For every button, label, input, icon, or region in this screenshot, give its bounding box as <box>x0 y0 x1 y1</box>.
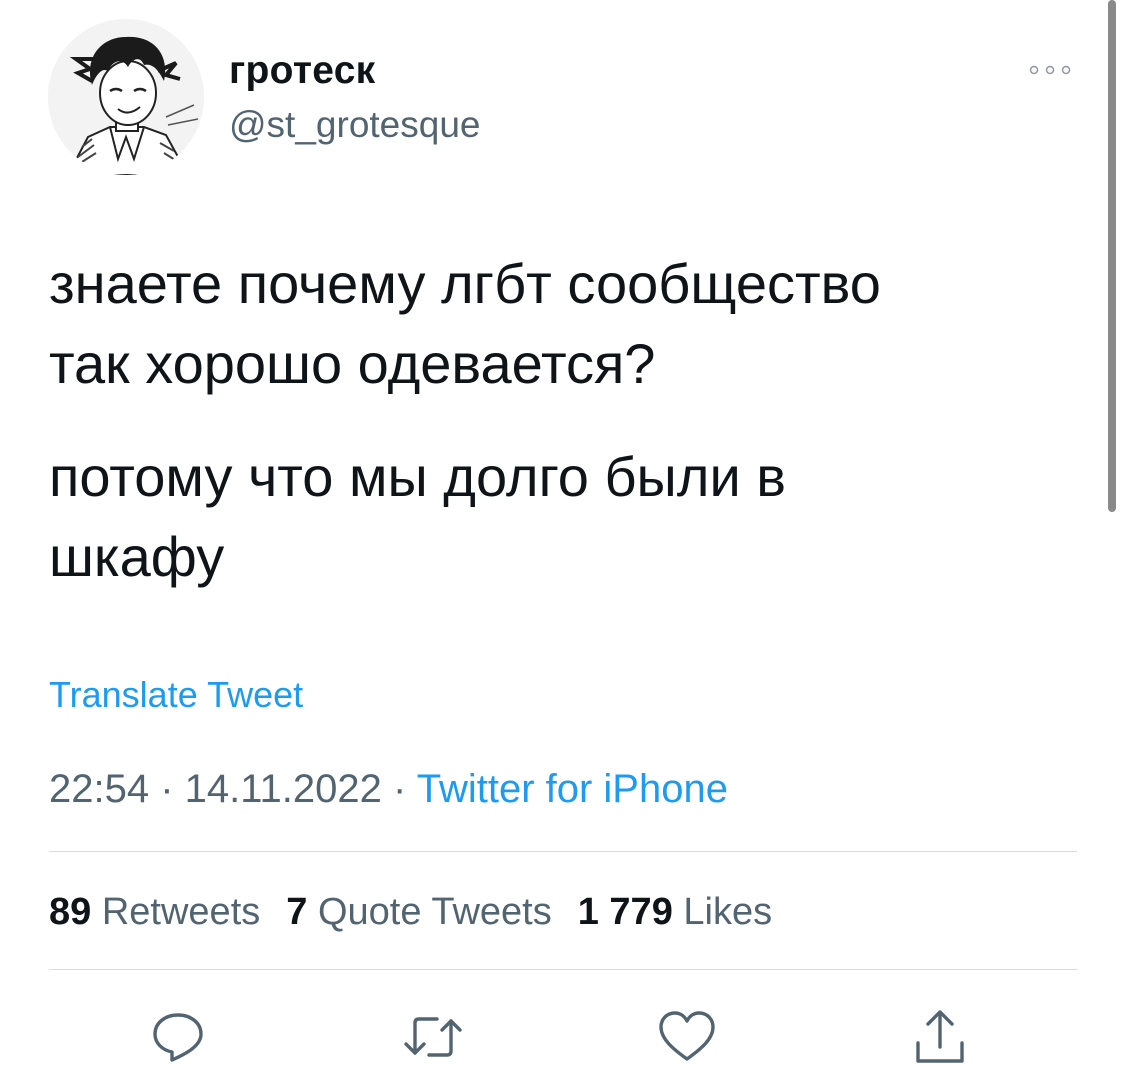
tweet-meta: 22:54 · 14.11.2022 · Twitter for iPhone <box>49 765 728 813</box>
divider <box>49 851 1077 852</box>
more-button[interactable] <box>1024 55 1076 85</box>
likes-count: 1 779 <box>577 891 673 933</box>
translate-tweet-link[interactable]: Translate Tweet <box>49 673 303 717</box>
divider <box>49 969 1077 970</box>
meta-separator: · <box>149 767 185 811</box>
quote-tweets-count: 7 <box>286 891 308 933</box>
retweet-icon <box>404 1017 462 1057</box>
display-name[interactable]: гротеск <box>229 48 376 94</box>
meta-separator: · <box>381 767 417 811</box>
retweets-count: 89 <box>49 891 92 933</box>
heart-icon <box>659 1011 715 1061</box>
retweets-label: Retweets <box>101 891 261 933</box>
retweets-stat[interactable]: 89 Retweets <box>49 888 260 936</box>
likes-stat[interactable]: 1 779 Likes <box>578 888 772 936</box>
retweet-button[interactable] <box>403 1007 463 1067</box>
like-button[interactable] <box>657 1007 717 1067</box>
avatar-illustration <box>48 19 204 175</box>
avatar[interactable] <box>48 19 204 175</box>
scrollbar[interactable] <box>1108 0 1116 512</box>
tweet-text-paragraph: знаете почему лгбт сообщество так хорошо… <box>49 252 881 395</box>
likes-label: Likes <box>683 891 773 933</box>
share-icon <box>916 1010 964 1063</box>
tweet-date[interactable]: 14.11.2022 <box>185 767 382 811</box>
tweet-text-paragraph: потому что мы долго были в шкафу <box>49 445 787 588</box>
quote-tweets-stat[interactable]: 7 Quote Tweets <box>286 888 551 936</box>
tweet-time[interactable]: 22:54 <box>49 767 149 811</box>
reply-button[interactable] <box>148 1007 208 1067</box>
reply-icon <box>153 1013 203 1062</box>
tweet-source-link[interactable]: Twitter for iPhone <box>417 767 728 811</box>
engagement-stats: 89 Retweets 7 Quote Tweets 1 779 Likes <box>49 888 772 936</box>
share-button[interactable] <box>910 1007 970 1067</box>
user-handle[interactable]: @st_grotesque <box>229 104 480 146</box>
more-horizontal-icon <box>1029 65 1071 75</box>
quote-tweets-label: Quote Tweets <box>317 891 552 933</box>
